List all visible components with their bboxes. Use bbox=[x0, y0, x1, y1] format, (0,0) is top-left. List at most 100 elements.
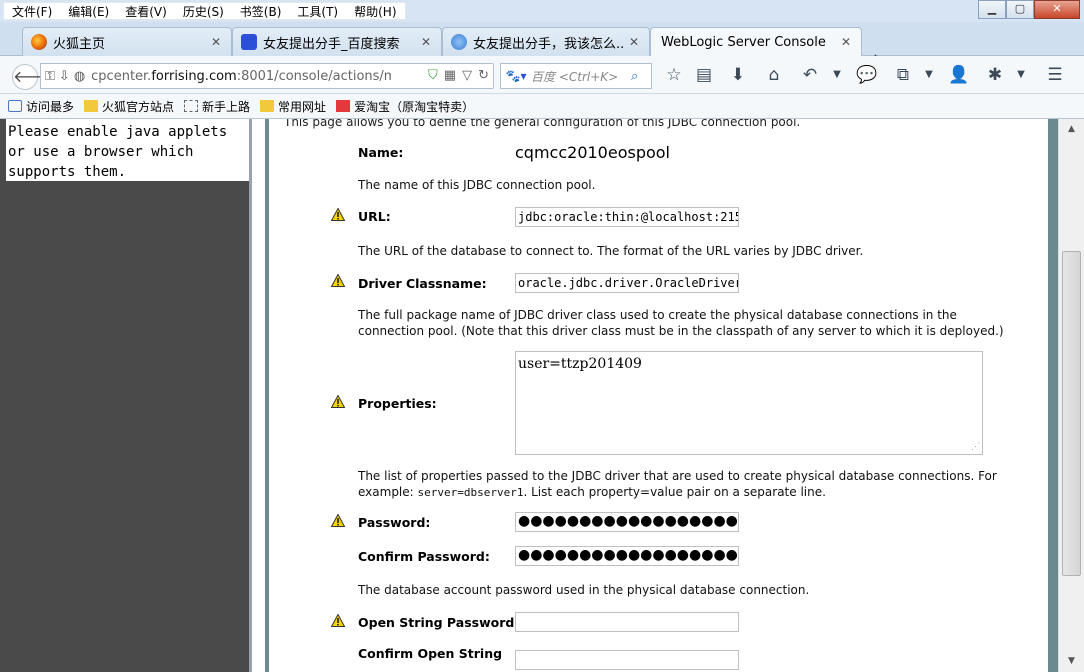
driver-classname-label: Driver Classname: bbox=[358, 276, 487, 291]
qr-code-icon[interactable]: ▦ bbox=[444, 68, 456, 83]
tab-baidu-search[interactable]: 女友提出分手_百度搜索 ✕ bbox=[232, 27, 442, 56]
properties-value: user=ttzp201409 bbox=[518, 356, 642, 372]
url-input[interactable]: jdbc:oracle:thin:@localhost:215 bbox=[515, 207, 739, 227]
home-icon[interactable]: ⌂ bbox=[763, 64, 785, 86]
scroll-down-icon[interactable]: ▼ bbox=[1063, 653, 1080, 670]
bookmark-label: 爱淘宝（原淘宝特卖） bbox=[354, 99, 475, 114]
bookmark-most-visited[interactable]: 访问最多 bbox=[8, 98, 74, 115]
bookmark-label: 新手上路 bbox=[202, 99, 251, 114]
key-icon[interactable]: ⚿ bbox=[45, 69, 55, 84]
close-tab-icon[interactable]: ✕ bbox=[419, 35, 433, 49]
close-tab-icon[interactable]: ✕ bbox=[627, 35, 641, 49]
tab-title: WebLogic Server Console bbox=[661, 34, 826, 50]
minimize-button[interactable]: ▁ bbox=[978, 0, 1006, 19]
driver-classname-description: The full package name of JDBC driver cla… bbox=[358, 308, 1004, 338]
warning-icon bbox=[331, 395, 345, 408]
menu-history[interactable]: 历史(S) bbox=[175, 3, 232, 19]
search-bar[interactable]: 🐾▾ 百度 <Ctrl+K> ⌕ bbox=[500, 63, 652, 89]
menu-view[interactable]: 查看(V) bbox=[117, 3, 175, 19]
bookmark-ai-taobao[interactable]: 爱淘宝（原淘宝特卖） bbox=[336, 98, 474, 115]
search-icon[interactable]: ⌕ bbox=[631, 69, 651, 84]
password-description: The database account password used in th… bbox=[358, 583, 810, 597]
download-arrow-icon[interactable]: ⬇ bbox=[727, 64, 749, 86]
firefox-icon bbox=[31, 34, 47, 50]
url-bar-icons: ⚿ ⇩ ◍ bbox=[43, 69, 87, 84]
user-icon[interactable]: 👤 bbox=[948, 64, 970, 86]
maximize-button[interactable]: ▢ bbox=[1006, 0, 1034, 19]
dropdown-icon[interactable]: ▼ bbox=[826, 64, 848, 86]
crop-icon[interactable]: ⧉ bbox=[892, 64, 914, 86]
undo-icon[interactable]: ↶ bbox=[799, 64, 821, 86]
url-text[interactable]: cpcenter.forrising.com:8001/console/acti… bbox=[91, 69, 391, 84]
url-description: The URL of the database to connect to. T… bbox=[358, 244, 864, 258]
close-tab-icon[interactable]: ✕ bbox=[209, 35, 223, 49]
baidu-engine-icon[interactable]: 🐾▾ bbox=[501, 69, 531, 83]
baidu-paw-icon bbox=[241, 34, 257, 50]
tab-strip: 火狐主页 ✕ 女友提出分手_百度搜索 ✕ 女友提出分手，我该怎么... ✕ We… bbox=[0, 22, 1084, 71]
search-input[interactable]: 百度 <Ctrl+K> bbox=[531, 68, 631, 85]
vertical-scrollbar[interactable]: ▲ ▼ bbox=[1058, 119, 1084, 672]
driver-classname-input[interactable]: oracle.jdbc.driver.OracleDriver bbox=[515, 273, 739, 293]
dropdown-icon[interactable]: ▼ bbox=[918, 64, 940, 86]
dashed-page-icon bbox=[184, 100, 199, 112]
reload-icon[interactable]: ↻ bbox=[478, 68, 489, 83]
left-frame: Please enable java applets or use a brow… bbox=[0, 119, 249, 672]
url-bar[interactable]: ⚿ ⇩ ◍ cpcenter.forrising.com:8001/consol… bbox=[40, 63, 494, 89]
password-input[interactable]: ●●●●●●●●●●●●●●●●●● bbox=[515, 512, 739, 532]
hamburger-menu-icon[interactable]: ☰ bbox=[1044, 64, 1066, 86]
open-string-password-input[interactable] bbox=[515, 612, 739, 632]
menu-bookmarks[interactable]: 书签(B) bbox=[232, 3, 290, 19]
menu-file[interactable]: 文件(F) bbox=[4, 3, 60, 19]
dropdown-icon[interactable]: ▽ bbox=[462, 68, 472, 83]
bookmark-label: 常用网址 bbox=[278, 99, 327, 114]
taobao-icon bbox=[336, 100, 351, 112]
folder-icon bbox=[260, 100, 275, 112]
confirm-open-string-input[interactable] bbox=[515, 650, 739, 670]
bookmarks-toolbar: 访问最多 火狐官方站点 新手上路 常用网址 爱淘宝（原淘宝特卖） bbox=[0, 94, 1084, 119]
menu-edit[interactable]: 编辑(E) bbox=[60, 3, 117, 19]
menu-tools[interactable]: 工具(T) bbox=[289, 3, 346, 19]
extension-icon[interactable]: ✱ bbox=[984, 64, 1006, 86]
search-bookmark-icon bbox=[8, 100, 22, 112]
frame-divider[interactable] bbox=[249, 119, 265, 672]
applet-message: Please enable java applets or use a brow… bbox=[6, 119, 249, 181]
tab-title: 女友提出分手，我该怎么... bbox=[473, 36, 623, 52]
close-tab-icon[interactable]: ✕ bbox=[839, 35, 853, 49]
password-label: Password: bbox=[358, 515, 431, 530]
shield-icon[interactable]: ⛉ bbox=[428, 68, 438, 83]
warning-icon bbox=[331, 274, 345, 287]
globe-icon bbox=[451, 34, 467, 50]
dropdown-icon[interactable]: ▼ bbox=[1010, 64, 1032, 86]
bookmark-getting-started[interactable]: 新手上路 bbox=[184, 98, 250, 115]
tab-weblogic-console[interactable]: WebLogic Server Console ✕ bbox=[650, 27, 862, 56]
star-icon[interactable]: ☆ bbox=[663, 64, 685, 86]
page-intro: This page allows you to define the gener… bbox=[284, 119, 801, 129]
menu-list: 文件(F) 编辑(E) 查看(V) 历史(S) 书签(B) 工具(T) 帮助(H… bbox=[3, 2, 406, 20]
back-button[interactable]: 🡐 bbox=[12, 64, 56, 90]
properties-textarea[interactable]: user=ttzp201409 ⋰ bbox=[515, 351, 983, 455]
chat-icon[interactable]: 💬 bbox=[856, 64, 878, 86]
globe-icon[interactable]: ◍ bbox=[74, 69, 85, 84]
properties-description: The list of properties passed to the JDB… bbox=[358, 469, 997, 499]
reading-list-icon[interactable]: ▤ bbox=[693, 64, 715, 86]
url-label: URL: bbox=[358, 209, 391, 224]
confirm-password-input[interactable]: ●●●●●●●●●●●●●●●●●● bbox=[515, 546, 739, 566]
tab-title: 女友提出分手_百度搜索 bbox=[263, 36, 400, 52]
close-window-button[interactable]: ✕ bbox=[1034, 0, 1080, 19]
navigation-toolbar: 🡐 ⚿ ⇩ ◍ cpcenter.forrising.com:8001/cons… bbox=[0, 56, 1084, 94]
bookmark-firefox-official[interactable]: 火狐官方站点 bbox=[84, 98, 174, 115]
resize-grip-icon[interactable]: ⋰ bbox=[971, 442, 980, 452]
menu-help[interactable]: 帮助(H) bbox=[346, 3, 404, 19]
download-icon[interactable]: ⇩ bbox=[59, 69, 70, 84]
scroll-up-icon[interactable]: ▲ bbox=[1063, 121, 1080, 138]
open-string-password-label: Open String Password: bbox=[358, 615, 520, 630]
confirm-open-string-label: Confirm Open String bbox=[358, 646, 503, 661]
warning-icon bbox=[331, 208, 345, 221]
folder-icon bbox=[84, 100, 99, 112]
tab-question-page[interactable]: 女友提出分手，我该怎么... ✕ bbox=[442, 27, 650, 56]
properties-label: Properties: bbox=[358, 396, 437, 411]
tab-firefox-home[interactable]: 火狐主页 ✕ bbox=[22, 27, 232, 56]
bookmark-common-sites[interactable]: 常用网址 bbox=[260, 98, 326, 115]
scroll-thumb[interactable] bbox=[1062, 251, 1081, 576]
page-content: Please enable java applets or use a brow… bbox=[0, 119, 1084, 672]
